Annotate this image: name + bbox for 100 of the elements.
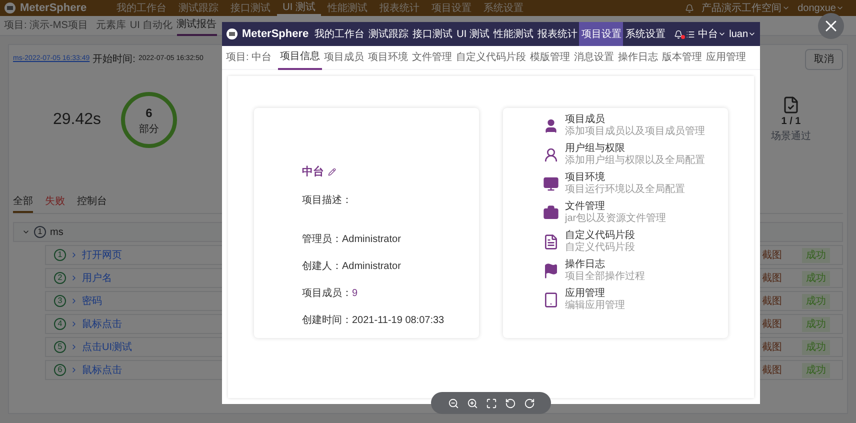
screenshot-link[interactable]: 截图 <box>762 270 782 286</box>
user-menu[interactable]: luan <box>729 26 756 42</box>
step-number: 3 <box>54 295 66 307</box>
sub-tab[interactable]: 测试报告 <box>176 16 217 36</box>
screenshot-link[interactable]: 截图 <box>762 248 782 262</box>
document-icon <box>543 234 559 250</box>
scenario-name: ms <box>50 226 64 240</box>
caret-icon <box>748 30 756 38</box>
briefcase-icon <box>543 205 559 221</box>
screenshot-link[interactable]: 截图 <box>762 362 782 378</box>
field-value: 2021-11-19 08:07:33 <box>352 314 444 328</box>
module-description: 添加项目成员以及项目成员管理 <box>565 126 705 138</box>
rotate-left-icon[interactable] <box>504 398 516 408</box>
workspace-switcher[interactable]: 中台 <box>698 26 726 42</box>
settings-tab[interactable]: 操作日志 <box>616 46 660 70</box>
duration: 29.42s <box>53 110 102 130</box>
result-tab[interactable]: 全部 <box>13 194 33 213</box>
status-tag: 成功 <box>802 270 830 286</box>
step-count-label: 部分 <box>139 122 159 136</box>
step-name: 鼠标点击 <box>82 318 122 332</box>
fullscreen-icon[interactable] <box>486 398 496 408</box>
field-label: 项目成员： <box>302 286 352 300</box>
settings-tab[interactable]: 项目信息 <box>278 46 322 70</box>
screenshot-link[interactable]: 截图 <box>762 316 782 332</box>
project-name: 中台 <box>302 164 324 180</box>
start-time-label: 开始时间: <box>92 52 136 67</box>
logo-text: MeterSphere <box>242 26 309 42</box>
sub-tab[interactable]: 元素库 <box>96 16 126 36</box>
module-description: 添加用户组与权限以及全局配置 <box>565 155 705 167</box>
module-title[interactable]: 用户组与权限 <box>565 143 705 155</box>
module-title[interactable]: 文件管理 <box>565 201 666 213</box>
field-value: Administrator <box>342 232 401 246</box>
caret-icon <box>718 30 726 38</box>
step-number: 1 <box>34 226 46 238</box>
field-value[interactable]: 9 <box>352 286 358 300</box>
field-label: 创建人： <box>302 260 342 274</box>
module-description: 编辑应用管理 <box>565 300 625 312</box>
nav-item[interactable]: 接口测试 <box>410 22 455 46</box>
module-title[interactable]: 操作日志 <box>565 259 645 271</box>
settings-tab[interactable]: 消息设置 <box>572 46 616 70</box>
field-label: 项目描述： <box>302 194 352 208</box>
nav-item[interactable]: 我的工作台 <box>312 22 367 46</box>
chevron-icon <box>70 251 78 259</box>
settings-tab[interactable]: 应用管理 <box>704 46 748 70</box>
chevron-icon <box>70 274 78 282</box>
logo-text: MeterSphere <box>20 0 87 16</box>
status-tag: 成功 <box>802 316 830 332</box>
cancel-button[interactable]: 取消 <box>805 49 843 70</box>
screenshot-link[interactable]: 截图 <box>762 340 782 354</box>
person-icon <box>543 118 559 134</box>
bell-icon[interactable] <box>674 30 684 38</box>
step-name: 点击UI测试 <box>82 340 132 354</box>
nav-item[interactable]: 测试跟踪 <box>366 22 411 46</box>
settings-tab[interactable]: 项目成员 <box>322 46 366 70</box>
caret-icon <box>836 4 844 12</box>
step-number: 1 <box>54 249 66 261</box>
sub-tab[interactable]: UI 自动化 <box>130 16 173 36</box>
expand-toggle[interactable] <box>22 228 30 236</box>
list-icon[interactable] <box>686 30 696 38</box>
screenshot-link[interactable]: 截图 <box>762 294 782 308</box>
chevron-icon <box>70 320 78 328</box>
nav-item[interactable]: 项目设置 <box>579 22 624 46</box>
status-tag: 成功 <box>802 248 830 262</box>
project-select[interactable]: 项目: 演示-MS项目 <box>4 18 88 33</box>
settings-tab[interactable]: 版本管理 <box>660 46 704 70</box>
user-menu[interactable]: dongxue <box>798 0 844 16</box>
settings-tab[interactable]: 模版管理 <box>528 46 572 70</box>
edit-icon[interactable] <box>328 168 336 176</box>
settings-tab[interactable]: 项目环境 <box>366 46 410 70</box>
settings-tab[interactable]: 自定义代码片段 <box>454 46 528 70</box>
step-number: 6 <box>54 364 66 376</box>
zoom-in-icon[interactable] <box>466 398 478 408</box>
caret-icon <box>782 4 790 12</box>
nav-item[interactable]: 系统设置 <box>623 22 668 46</box>
module-title[interactable]: 项目成员 <box>565 114 705 126</box>
flag-icon <box>543 263 559 279</box>
scenario-label: 场景通过 <box>771 130 811 144</box>
chevron-icon <box>70 297 78 305</box>
step-name: 密码 <box>82 294 102 308</box>
rotate-right-icon[interactable] <box>524 398 534 408</box>
tablet-icon <box>543 292 559 308</box>
logo-icon <box>4 2 16 14</box>
status-tag: 成功 <box>802 340 830 354</box>
field-label: 创建时间： <box>302 314 352 328</box>
nav-item[interactable]: 报表统计 <box>535 22 580 46</box>
nav-item[interactable]: UI 测试 <box>454 22 492 46</box>
nav-item[interactable]: 性能测试 <box>491 22 536 46</box>
module-description: jar包以及资源文件管理 <box>565 213 666 225</box>
module-title[interactable]: 项目环境 <box>565 172 685 184</box>
project-select[interactable]: 项目: 中台 <box>226 50 278 65</box>
result-tab[interactable]: 控制台 <box>77 194 107 213</box>
field-value: Administrator <box>342 260 401 274</box>
monitor-icon <box>543 176 559 192</box>
step-name: 用户名 <box>82 272 112 286</box>
zoom-out-icon[interactable] <box>448 398 458 408</box>
module-title[interactable]: 应用管理 <box>565 288 625 300</box>
settings-tab[interactable]: 文件管理 <box>410 46 454 70</box>
module-title[interactable]: 自定义代码片段 <box>565 230 635 242</box>
module-description: 自定义代码片段 <box>565 242 635 254</box>
workspace-switcher[interactable]: 产品演示工作空间 <box>702 0 790 16</box>
